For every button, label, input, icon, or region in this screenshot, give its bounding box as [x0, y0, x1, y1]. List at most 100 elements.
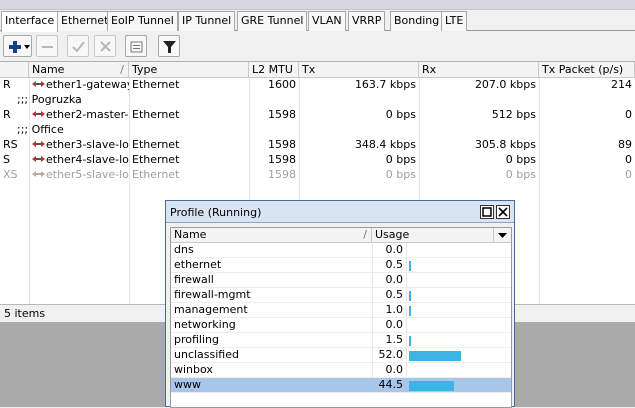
- note-icon: [130, 41, 143, 53]
- profile-row[interactable]: dns 0.0: [171, 243, 511, 258]
- profile-row[interactable]: ethernet 0.5: [171, 258, 511, 273]
- comment-button[interactable]: [125, 35, 147, 57]
- interface-tabs: Interface Ethernet EoIP Tunnel IP Tunnel…: [0, 10, 635, 32]
- row-name: ether3-slave-lo...: [29, 138, 129, 153]
- profile-row[interactable]: profiling 1.5: [171, 333, 511, 348]
- header-name[interactable]: Name /: [29, 62, 129, 78]
- table-row[interactable]: R ether2-master-l... Ethernet 1598 0 bps…: [0, 108, 635, 123]
- row-type: Ethernet: [132, 168, 180, 181]
- row-tx-packet: 214: [611, 78, 632, 91]
- tab-gre-tunnel[interactable]: GRE Tunnel: [237, 11, 308, 31]
- profile-name: networking: [174, 318, 236, 331]
- profile-row[interactable]: networking 0.0: [171, 318, 511, 333]
- table-row[interactable]: RS ether3-slave-lo... Ethernet 1598 348.…: [0, 138, 635, 153]
- row-flags: R: [3, 78, 11, 91]
- column-chooser-button[interactable]: [494, 228, 511, 243]
- tab-vrrp[interactable]: VRRP: [348, 11, 386, 31]
- profile-usage: 0.5: [385, 288, 404, 301]
- profile-window[interactable]: Profile (Running) Name / Usage dns 0.0 eth…: [165, 200, 515, 408]
- profile-row[interactable]: firewall 0.0: [171, 273, 511, 288]
- row-l2mtu: 1598: [268, 153, 296, 166]
- usage-bar: [409, 306, 411, 316]
- tab-interface[interactable]: Interface: [1, 11, 59, 32]
- table-row[interactable]: R ether1-gateway Ethernet 1600 163.7 kbp…: [0, 78, 635, 93]
- usage-bar: [409, 351, 461, 361]
- remove-button[interactable]: [36, 35, 58, 57]
- cross-icon: [100, 41, 111, 52]
- row-type: Ethernet: [132, 78, 180, 91]
- row-flags: S: [3, 153, 10, 166]
- profile-row[interactable]: unclassified 52.0: [171, 348, 511, 363]
- minus-icon: [42, 46, 53, 48]
- tab-lte[interactable]: LTE: [441, 11, 468, 31]
- row-type: Ethernet: [132, 153, 180, 166]
- usage-bar: [409, 336, 411, 346]
- row-tx: 0 bps: [385, 168, 416, 181]
- profile-row[interactable]: firewall-mgmt 0.5: [171, 288, 511, 303]
- comment-row[interactable]: ;;; Office: [0, 123, 635, 138]
- profile-window-titlebar[interactable]: Profile (Running): [166, 201, 514, 223]
- header-usage[interactable]: Usage: [372, 228, 494, 243]
- comment-row[interactable]: ;;; Pogruzka: [0, 93, 635, 108]
- row-type: Ethernet: [132, 138, 180, 151]
- profile-usage: 0.0: [385, 318, 404, 331]
- row-l2mtu: 1598: [268, 108, 296, 121]
- tab-bonding[interactable]: Bonding: [390, 11, 444, 31]
- row-name: ether4-slave-lo...: [29, 153, 129, 168]
- profile-name: winbox: [174, 363, 213, 376]
- header-tx-packet[interactable]: Tx Packet (p/s): [539, 62, 635, 78]
- row-comment: ;;; Pogruzka: [17, 93, 82, 106]
- tab-vlan[interactable]: VLAN: [308, 11, 346, 31]
- profile-name: dns: [174, 243, 194, 256]
- row-comment: ;;; Office: [17, 123, 64, 136]
- profile-row[interactable]: www 44.5: [171, 378, 511, 393]
- table-row[interactable]: XS ether5-slave-lo... Ethernet 1598 0 bp…: [0, 168, 635, 183]
- row-tx-packet: 0: [625, 108, 632, 121]
- header-rx[interactable]: Rx: [419, 62, 539, 78]
- filter-button[interactable]: [158, 35, 180, 57]
- maximize-icon: [482, 207, 492, 217]
- enable-button[interactable]: [67, 35, 89, 57]
- profile-name: firewall: [174, 273, 214, 286]
- add-button[interactable]: [3, 35, 32, 57]
- row-tx: 0 bps: [385, 108, 416, 121]
- row-tx: 163.7 kbps: [354, 78, 416, 91]
- tab-ip-tunnel[interactable]: IP Tunnel: [178, 11, 236, 31]
- profile-row[interactable]: management 1.0: [171, 303, 511, 318]
- item-count: 5 items: [4, 307, 46, 320]
- row-tx-packet: 0: [625, 168, 632, 181]
- profile-name: unclassified: [174, 348, 239, 361]
- profile-usage: 0.0: [385, 363, 404, 376]
- row-flags: RS: [3, 138, 18, 151]
- plus-dropdown-icon: [9, 41, 30, 53]
- tab-eoip-tunnel[interactable]: EoIP Tunnel: [107, 11, 178, 31]
- header-profile-name[interactable]: Name /: [171, 228, 372, 243]
- row-tx-packet: 89: [618, 138, 632, 151]
- header-l2mtu[interactable]: L2 MTU: [249, 62, 299, 78]
- window-title-strip: [0, 0, 635, 10]
- interface-arrows-icon: [32, 171, 45, 177]
- profile-name: www: [174, 378, 201, 391]
- header-tx[interactable]: Tx: [299, 62, 419, 78]
- header-type[interactable]: Type: [129, 62, 249, 78]
- table-row[interactable]: S ether4-slave-lo... Ethernet 1598 0 bps…: [0, 153, 635, 168]
- close-button[interactable]: [496, 205, 510, 219]
- profile-usage: 44.5: [378, 378, 404, 391]
- row-flags: R: [3, 108, 11, 121]
- row-l2mtu: 1598: [268, 168, 296, 181]
- sort-indicator-icon: /: [363, 228, 367, 241]
- profile-usage: 0.5: [385, 258, 404, 271]
- header-flags[interactable]: [0, 62, 29, 78]
- profile-table: Name / Usage dns 0.0 ethernet 0.5 firewall 0.…: [170, 227, 512, 408]
- check-icon: [72, 41, 85, 53]
- row-name: ether5-slave-lo...: [29, 168, 129, 183]
- profile-row[interactable]: winbox 0.0: [171, 363, 511, 378]
- row-l2mtu: 1598: [268, 138, 296, 151]
- row-type: Ethernet: [132, 108, 180, 121]
- row-rx: 512 bps: [491, 108, 536, 121]
- funnel-icon: [163, 41, 176, 53]
- usage-bar: [409, 291, 411, 301]
- maximize-button[interactable]: [480, 205, 494, 219]
- disable-button[interactable]: [94, 35, 116, 57]
- tab-ethernet[interactable]: Ethernet: [57, 11, 113, 31]
